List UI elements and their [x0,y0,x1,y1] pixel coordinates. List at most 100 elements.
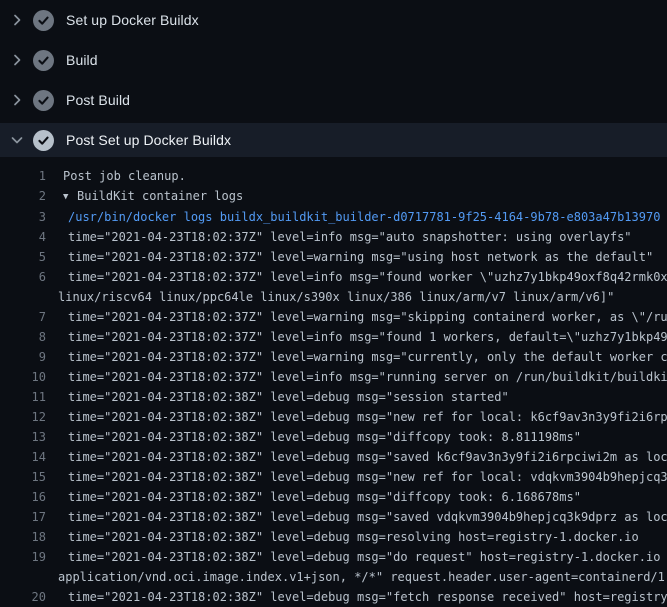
log-line-number[interactable]: 7 [0,307,46,327]
log-line-text: time="2021-04-23T18:02:38Z" level=debug … [46,427,667,447]
log-line-number[interactable]: 18 [0,527,46,547]
log-line-row: time="2021-04-23T18:02:38Z" level=debug … [68,467,667,487]
log-line: 16 time="2021-04-23T18:02:38Z" level=deb… [0,487,667,507]
log-line: 20 time="2021-04-23T18:02:38Z" level=deb… [0,587,667,607]
log-line-number[interactable]: 12 [0,407,46,427]
log-line-row: time="2021-04-23T18:02:38Z" level=debug … [68,427,667,447]
log-line: 12 time="2021-04-23T18:02:38Z" level=deb… [0,407,667,427]
log-line-number[interactable]: 16 [0,487,46,507]
log-line: 15 time="2021-04-23T18:02:38Z" level=deb… [0,467,667,487]
log-line: 1 Post job cleanup. [0,166,667,186]
log-line-row: time="2021-04-23T18:02:38Z" level=debug … [68,387,667,407]
step-label: Build [66,52,98,68]
log-line: 14 time="2021-04-23T18:02:38Z" level=deb… [0,447,667,467]
step-row[interactable]: Build [0,40,667,80]
step-row[interactable]: Post Build [0,80,667,120]
log-line-number[interactable]: 15 [0,467,46,487]
log-line-text: time="2021-04-23T18:02:38Z" level=debug … [46,507,667,527]
log-line-text: time="2021-04-23T18:02:38Z" level=debug … [46,387,667,407]
log-line-number[interactable]: 4 [0,227,46,247]
log-line-row: time="2021-04-23T18:02:37Z" level=info m… [68,367,667,387]
log-line-number[interactable]: 13 [0,427,46,447]
group-title[interactable]: BuildKit container logs [77,189,243,203]
log-line: 8 time="2021-04-23T18:02:37Z" level=info… [0,327,667,347]
chevron-right-icon[interactable] [9,12,25,28]
chevron-right-icon[interactable] [9,52,25,68]
steps-list: Set up Docker Buildx Build P [0,0,667,157]
log-line-row: time="2021-04-23T18:02:38Z" level=debug … [68,507,667,527]
check-circle-icon [33,90,54,111]
log-line-number[interactable]: 8 [0,327,46,347]
log-line: 13 time="2021-04-23T18:02:38Z" level=deb… [0,427,667,447]
log-line-row: time="2021-04-23T18:02:37Z" level=info m… [68,227,667,247]
log-line-text: time="2021-04-23T18:02:37Z" level=warnin… [46,347,667,367]
log-line: 5 time="2021-04-23T18:02:37Z" level=warn… [0,247,667,267]
log-line-text: /usr/bin/docker logs buildx_buildkit_bui… [46,207,667,227]
log-line-row: time="2021-04-23T18:02:37Z" level=info m… [68,267,667,287]
step-row[interactable]: Set up Docker Buildx [0,0,667,40]
log-line-row: time="2021-04-23T18:02:37Z" level=warnin… [68,247,667,267]
log-line-row: ▼BuildKit container logs [63,186,667,207]
log-line-text: time="2021-04-23T18:02:37Z" level=warnin… [46,247,667,267]
log-line-text: time="2021-04-23T18:02:38Z" level=debug … [46,547,667,587]
log-line-row: time="2021-04-23T18:02:38Z" level=debug … [68,527,667,547]
log-line-number[interactable]: 5 [0,247,46,267]
check-circle-icon [33,50,54,71]
log-line-text: time="2021-04-23T18:02:37Z" level=info m… [46,227,667,247]
step-label: Post Set up Docker Buildx [66,132,231,148]
log-line-number[interactable]: 6 [0,267,46,307]
log-line-row: time="2021-04-23T18:02:38Z" level=debug … [68,587,667,607]
log-line-text: time="2021-04-23T18:02:38Z" level=debug … [46,467,667,487]
log-line-text: time="2021-04-23T18:02:37Z" level=warnin… [46,307,667,327]
log-line-row: time="2021-04-23T18:02:38Z" level=debug … [68,487,667,507]
log-line: 9 time="2021-04-23T18:02:37Z" level=warn… [0,347,667,367]
log-line-row: time="2021-04-23T18:02:38Z" level=debug … [68,407,667,427]
log-line-text: Post job cleanup. [46,166,667,186]
log-line-text: time="2021-04-23T18:02:37Z" level=info m… [46,327,667,347]
log-line-row: /usr/bin/docker logs buildx_buildkit_bui… [68,207,667,227]
log-line-number[interactable]: 20 [0,587,46,607]
log-view: 1 Post job cleanup. 2 ▼BuildKit containe… [0,166,667,607]
log-line-number[interactable]: 10 [0,367,46,387]
chevron-down-icon[interactable] [9,132,25,148]
log-line-text: time="2021-04-23T18:02:38Z" level=debug … [46,587,667,607]
log-line-text: time="2021-04-23T18:02:37Z" level=info m… [46,367,667,387]
log-line-row: time="2021-04-23T18:02:38Z" level=debug … [68,547,667,567]
log-line-number[interactable]: 11 [0,387,46,407]
log-line-row: Post job cleanup. [63,166,667,186]
log-line: 18 time="2021-04-23T18:02:38Z" level=deb… [0,527,667,547]
log-line-row: time="2021-04-23T18:02:37Z" level=warnin… [68,347,667,367]
step-label: Set up Docker Buildx [66,12,199,28]
log-line-number[interactable]: 2 [0,186,46,207]
check-circle-icon [33,10,54,31]
log-line-text: time="2021-04-23T18:02:38Z" level=debug … [46,487,667,507]
check-circle-icon [33,130,54,151]
log-line: 11 time="2021-04-23T18:02:38Z" level=deb… [0,387,667,407]
log-line-text: time="2021-04-23T18:02:37Z" level=info m… [46,267,667,307]
log-line-row: time="2021-04-23T18:02:38Z" level=debug … [68,447,667,467]
log-line-number[interactable]: 14 [0,447,46,467]
log-line: 10 time="2021-04-23T18:02:37Z" level=inf… [0,367,667,387]
log-line-wrap-continuation: application/vnd.oci.image.index.v1+json,… [58,567,667,587]
log-line-wrap-continuation: linux/riscv64 linux/ppc64le linux/s390x … [58,287,667,307]
log-line: 6 time="2021-04-23T18:02:37Z" level=info… [0,267,667,307]
step-row[interactable]: Post Set up Docker Buildx [0,123,667,157]
log-line: 3 /usr/bin/docker logs buildx_buildkit_b… [0,207,667,227]
log-line: 2 ▼BuildKit container logs [0,186,667,207]
log-line-text: ▼BuildKit container logs [46,186,667,207]
log-line: 17 time="2021-04-23T18:02:38Z" level=deb… [0,507,667,527]
log-line-row: time="2021-04-23T18:02:37Z" level=info m… [68,327,667,347]
log-line: 4 time="2021-04-23T18:02:37Z" level=info… [0,227,667,247]
log-line-number[interactable]: 9 [0,347,46,367]
log-line-number[interactable]: 19 [0,547,46,587]
log-line-number[interactable]: 1 [0,166,46,186]
log-line-number[interactable]: 3 [0,207,46,227]
log-line: 19 time="2021-04-23T18:02:38Z" level=deb… [0,547,667,587]
chevron-right-icon[interactable] [9,92,25,108]
log-line-text: time="2021-04-23T18:02:38Z" level=debug … [46,407,667,427]
group-collapse-triangle-icon[interactable]: ▼ [63,187,77,207]
step-label: Post Build [66,92,130,108]
log-line-row: time="2021-04-23T18:02:37Z" level=warnin… [68,307,667,327]
log-line-text: time="2021-04-23T18:02:38Z" level=debug … [46,447,667,467]
log-line-number[interactable]: 17 [0,507,46,527]
